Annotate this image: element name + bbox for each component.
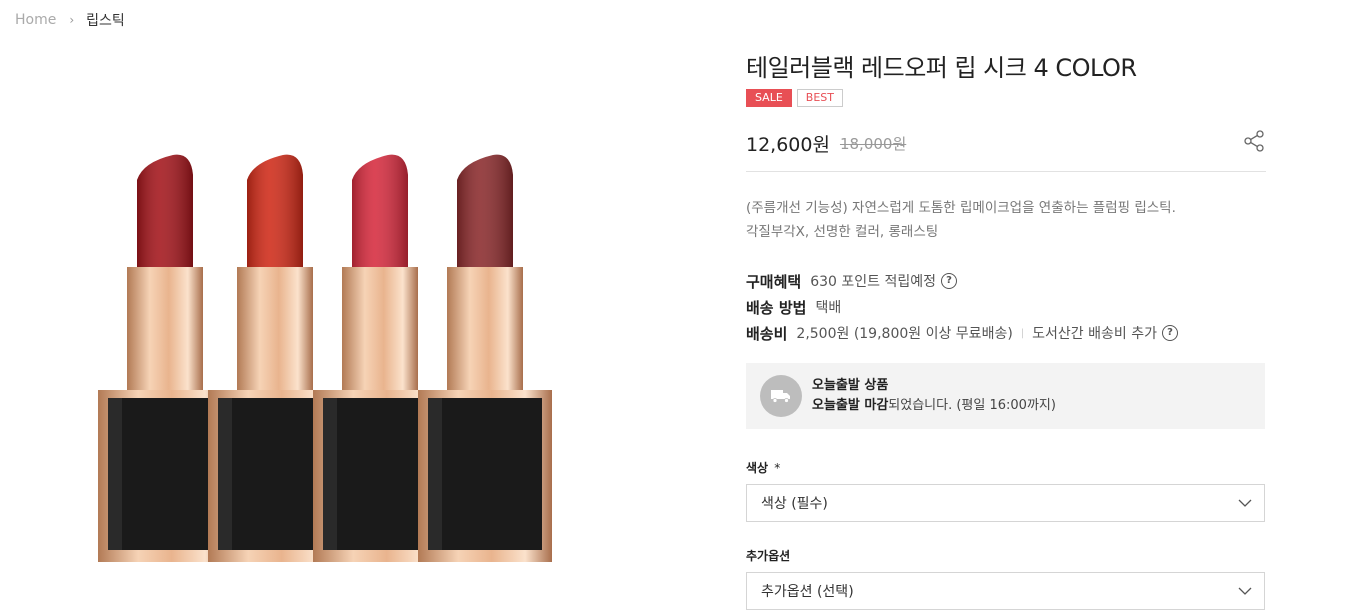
description-line: (주름개선 기능성) 자연스럽게 도톰한 립메이크업을 연출하는 플럼핑 립스틱… [746,200,1176,216]
help-icon[interactable]: ? [941,273,957,289]
extra-option-select[interactable]: 추가옵션 (선택) [746,572,1265,610]
extra-option-label: 추가옵션 [746,549,791,563]
share-icon[interactable] [1242,129,1266,153]
chevron-right-icon: › [69,13,75,27]
lipstick-case [108,398,222,550]
required-mark: * [774,461,781,475]
purchase-meta: 구매혜택 630 포인트 적립예정 ? 배송 방법 택배 배송비 2,500원 … [746,268,1266,346]
color-select[interactable]: 색상 (필수) [746,484,1265,522]
separator: | [1020,327,1025,339]
points-value: 630 포인트 적립예정 [810,274,936,290]
extra-select-value: 추가옵션 (선택) [761,584,854,600]
lipstick-collar [342,267,418,392]
shipping-method-row: 배송 방법 택배 [746,294,1266,320]
lipstick-collar [447,267,523,392]
today-shipping-box: 오늘출발 상품 오늘출발 마감되었습니다. (평일 16:00까지) [746,363,1265,429]
product-image[interactable] [70,140,570,580]
shipping-fee-row: 배송비 2,500원 (19,800원 이상 무료배송) | 도서산간 배송비 … [746,320,1266,346]
price-row: 12,600원 18,000원 [746,123,1266,163]
product-title: 테일러블랙 레드오퍼 립 시크 4 COLOR [746,54,1137,82]
points-row: 구매혜택 630 포인트 적립예정 ? [746,268,1266,294]
original-price: 18,000원 [839,134,907,153]
today-shipping-status: 오늘출발 마감 [812,398,889,413]
lipstick-illustration [98,154,552,562]
color-option-label: 색상 * [746,459,1266,476]
lipstick-case [428,398,542,550]
sale-badge: SALE [746,89,792,107]
shipping-method-label: 배송 방법 [746,298,807,317]
color-select-value: 색상 (필수) [761,496,828,512]
lipstick-collar [127,267,203,392]
shipping-fee-value: 2,500원 (19,800원 이상 무료배송) [796,326,1013,342]
description-line: 각질부각X, 선명한 컬러, 롱래스팅 [746,224,939,240]
shipping-fee-extra: 도서산간 배송비 추가 [1032,326,1157,342]
color-label-text: 색상 [746,461,769,475]
best-badge: BEST [796,89,843,107]
today-shipping-note: 되었습니다. (평일 16:00까지) [888,398,1056,413]
breadcrumb: Home › 립스틱 [15,10,125,30]
product-description: (주름개선 기능성) 자연스럽게 도톰한 립메이크업을 연출하는 플럼핑 립스틱… [746,196,1266,244]
help-icon[interactable]: ? [1162,325,1178,341]
today-shipping-text: 오늘출발 상품 오늘출발 마감되었습니다. (평일 16:00까지) [812,376,1056,416]
divider [746,171,1266,172]
points-label: 구매혜택 [746,272,802,291]
chevron-down-icon [1238,495,1252,511]
sale-price: 12,600원 [746,133,830,156]
lipstick-4 [418,154,552,562]
breadcrumb-home-link[interactable]: Home [15,12,56,28]
shipping-fee-label: 배송비 [746,324,788,343]
shipping-method-value: 택배 [815,300,842,316]
lipstick-collar [237,267,313,392]
truck-icon [760,375,802,417]
chevron-down-icon [1238,583,1252,599]
breadcrumb-current: 립스틱 [86,13,125,29]
product-info: 테일러블랙 레드오퍼 립 시크 4 COLOR SALE BEST 12,600… [746,48,1266,610]
today-shipping-title: 오늘출발 상품 [812,378,889,393]
badge-group: SALE BEST [746,89,1266,107]
